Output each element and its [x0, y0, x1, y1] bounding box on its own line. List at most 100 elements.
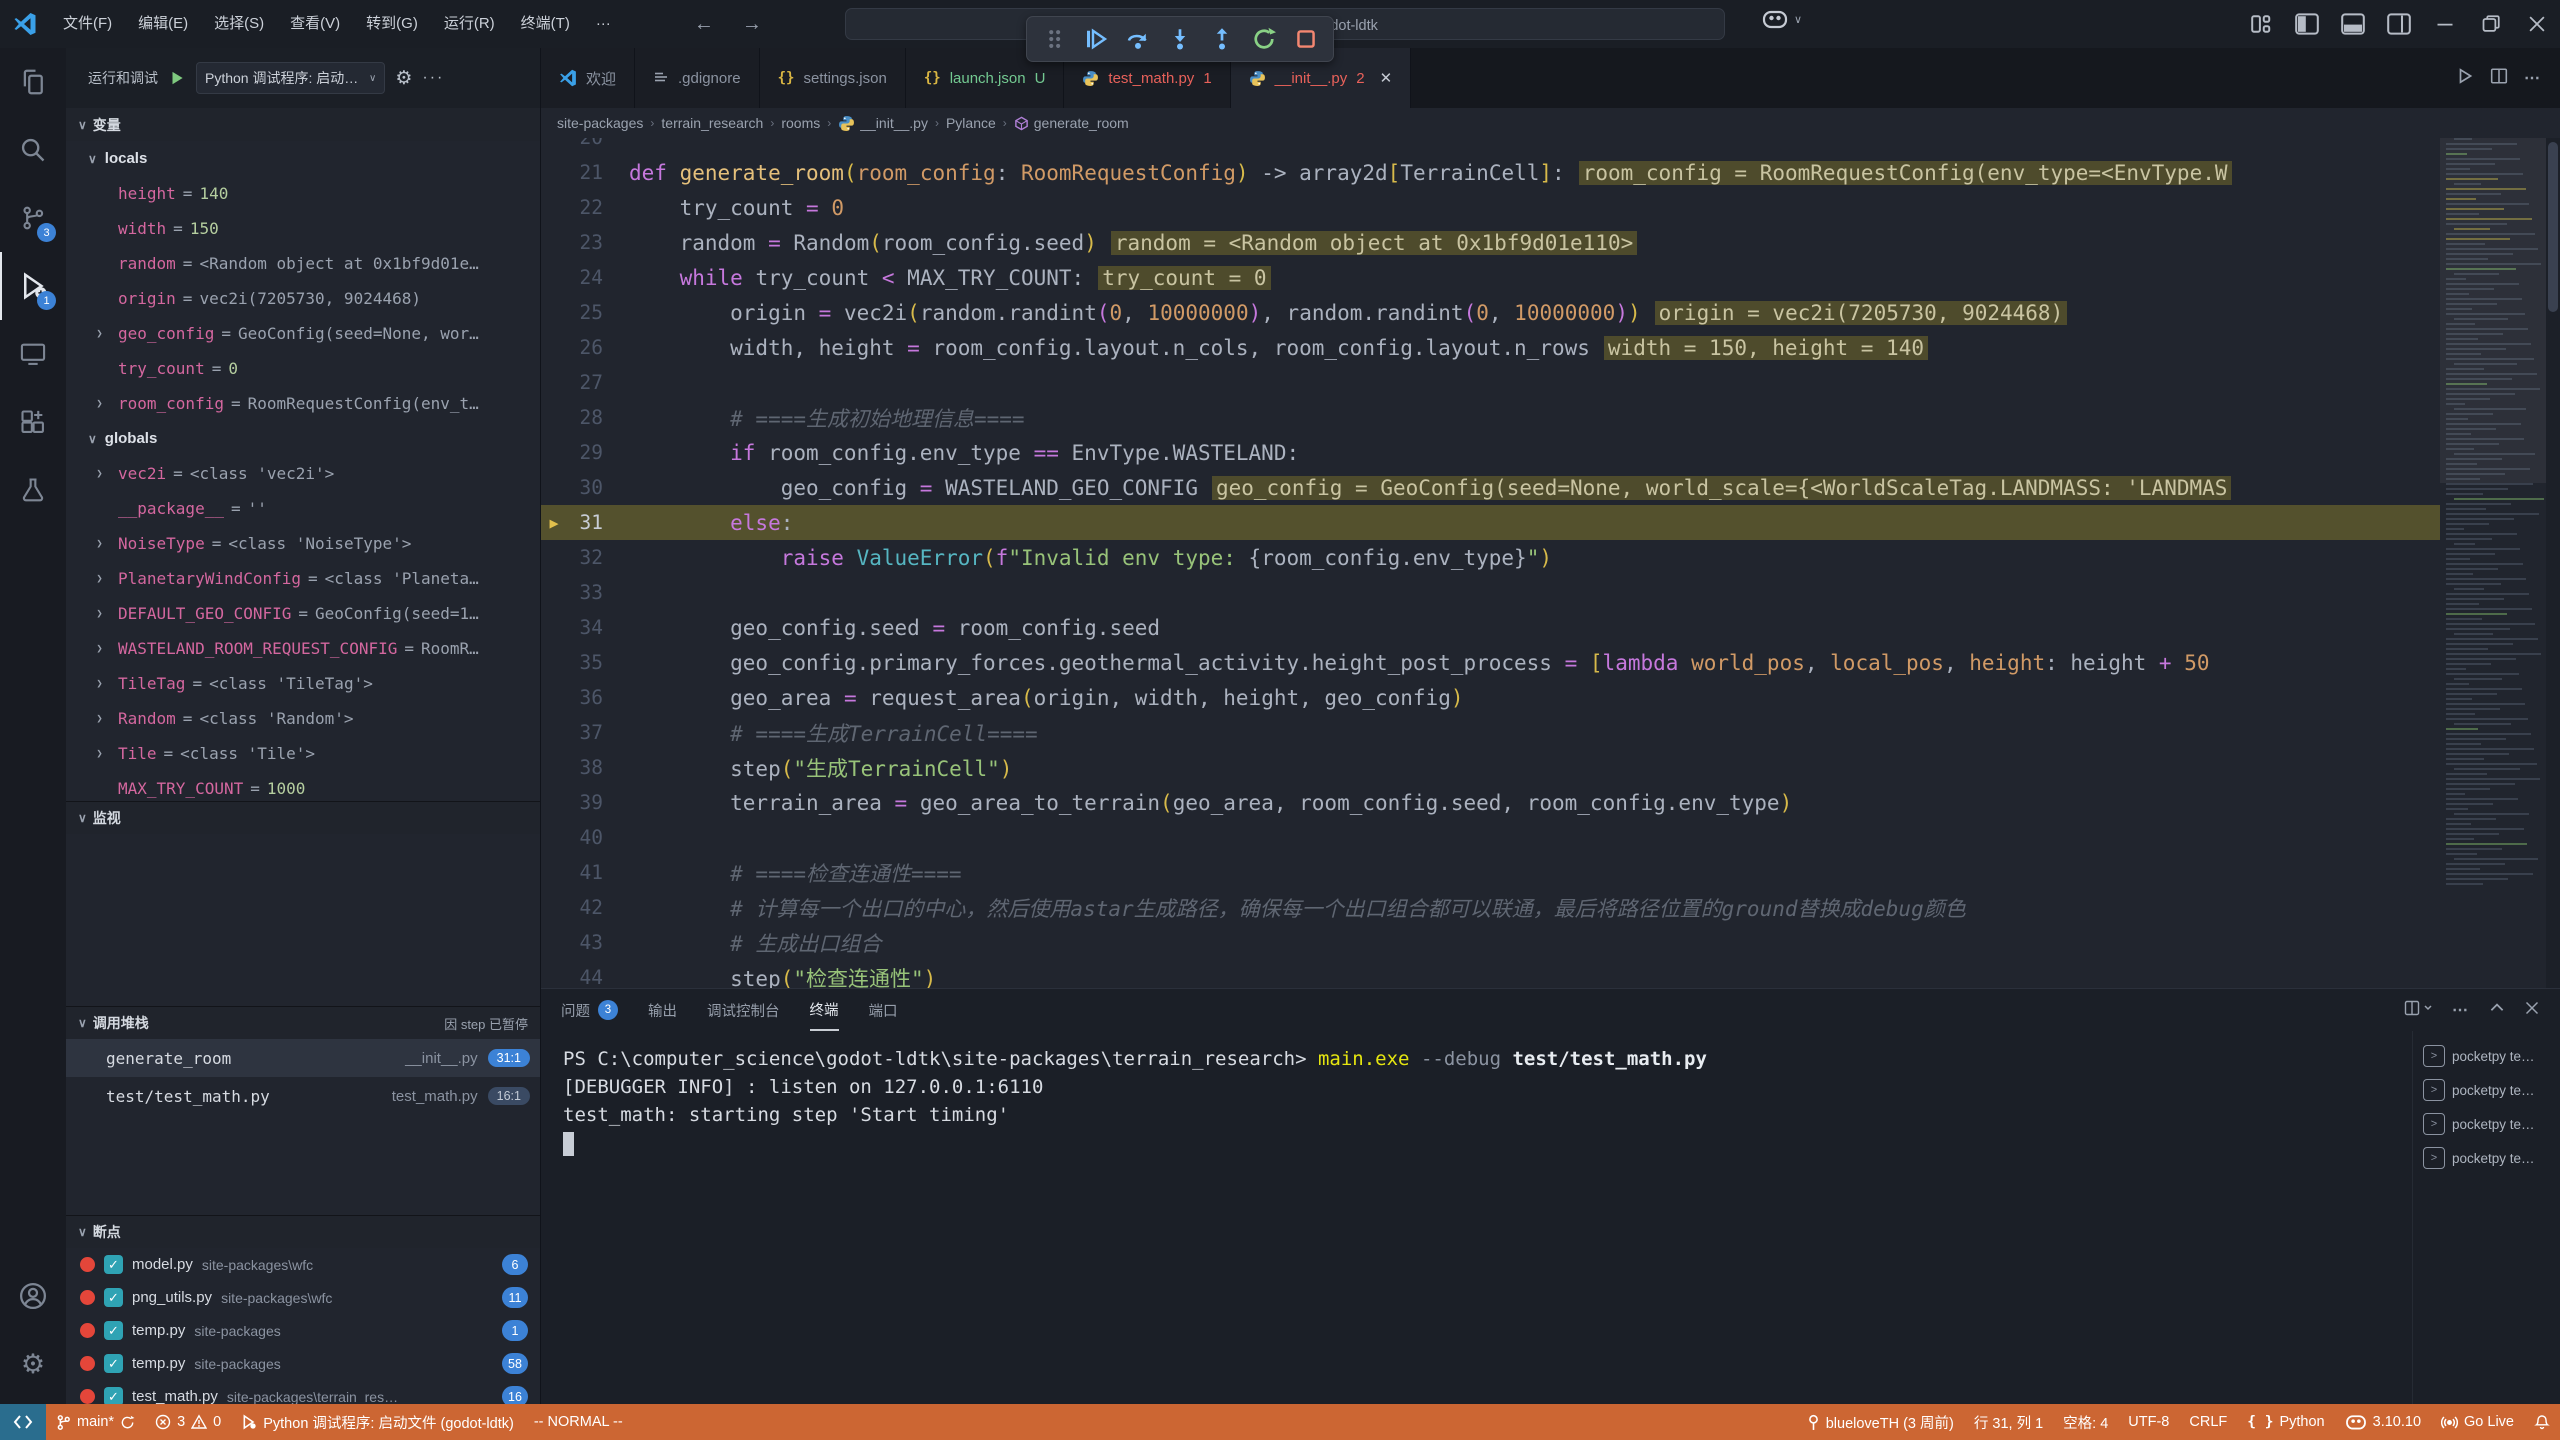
activity-explorer[interactable]: [0, 48, 66, 116]
minimize-button[interactable]: [2422, 0, 2468, 48]
statusbar-remote-indicator[interactable]: [0, 1404, 46, 1440]
panel-tab-调试控制台[interactable]: 调试控制台: [707, 989, 780, 1031]
terminal-instance[interactable]: >pocketpy te…: [2413, 1107, 2560, 1141]
activity-testing[interactable]: [0, 456, 66, 524]
code-line-33[interactable]: 33: [541, 575, 2440, 610]
continue-button[interactable]: [1077, 20, 1115, 58]
breadcrumb-item[interactable]: site-packages: [557, 115, 643, 131]
code-line-26[interactable]: 26 width, height = room_config.layout.n_…: [541, 330, 2440, 365]
step-over-button[interactable]: [1119, 20, 1157, 58]
close-panel-button[interactable]: [2524, 1000, 2540, 1021]
statusbar-vim-mode[interactable]: -- NORMAL --: [524, 1404, 633, 1440]
menu-item-0[interactable]: 文件(F): [50, 8, 125, 40]
breakpoint-row[interactable]: ✓test_math.pysite-packages\terrain_res…1…: [66, 1380, 540, 1404]
code-line-23[interactable]: 23 random = Random(room_config.seed)rand…: [541, 225, 2440, 260]
step-into-button[interactable]: [1161, 20, 1199, 58]
code-line-30[interactable]: 30 geo_config = WASTELAND_GEO_CONFIGgeo_…: [541, 470, 2440, 505]
code-line-40[interactable]: 40: [541, 820, 2440, 855]
panel-tab-输出[interactable]: 输出: [648, 989, 677, 1031]
code-line-39[interactable]: 39 terrain_area = geo_area_to_terrain(ge…: [541, 785, 2440, 820]
callstack-frame[interactable]: test/test_math.pytest_math.py16:1: [66, 1077, 540, 1115]
statusbar-debug-session[interactable]: Python 调试程序: 启动文件 (godot-ldtk): [231, 1404, 524, 1440]
terminal-output[interactable]: PS C:\computer_science\godot-ldtk\site-p…: [541, 1031, 2412, 1404]
panel-tab-端口[interactable]: 端口: [869, 989, 898, 1031]
maximize-button[interactable]: [2468, 0, 2514, 48]
code-line-21[interactable]: 21def generate_room(room_config: RoomReq…: [541, 155, 2440, 190]
toggle-panel-button[interactable]: [2330, 0, 2376, 48]
breadcrumb-item[interactable]: __init__.py: [838, 115, 928, 132]
code-editor[interactable]: 2021def generate_room(room_config: RoomR…: [541, 138, 2560, 988]
code-line-31[interactable]: ▶31 else:: [541, 505, 2440, 540]
variable-row[interactable]: __package__='': [66, 491, 540, 526]
minimap-slider[interactable]: [2440, 138, 2546, 483]
variable-row[interactable]: ❯geo_config=GeoConfig(seed=None, wor…: [66, 316, 540, 351]
split-editor-button[interactable]: [2490, 67, 2508, 90]
start-debug-icon[interactable]: [168, 69, 186, 87]
variable-row[interactable]: ❯WASTELAND_ROOM_REQUEST_CONFIG=RoomR…: [66, 631, 540, 666]
code-line-29[interactable]: 29 if room_config.env_type == EnvType.WA…: [541, 435, 2440, 470]
breakpoint-checkbox[interactable]: ✓: [104, 1288, 123, 1307]
menu-item-2[interactable]: 选择(S): [201, 8, 277, 40]
tab-settingsjson[interactable]: {}settings.json: [760, 48, 906, 108]
variable-row[interactable]: ❯TileTag=<class 'TileTag'>: [66, 666, 540, 701]
variable-row[interactable]: ❯vec2i=<class 'vec2i'>: [66, 456, 540, 491]
activity-remote-explorer[interactable]: [0, 320, 66, 388]
menu-item-7[interactable]: ···: [583, 8, 624, 40]
statusbar-pocketpy-version[interactable]: 3.10.10: [2335, 1404, 2431, 1440]
maximize-panel-button[interactable]: [2488, 999, 2506, 1022]
statusbar-eol[interactable]: CRLF: [2179, 1404, 2237, 1440]
statusbar-language-mode[interactable]: { }Python: [2237, 1404, 2334, 1440]
variable-row[interactable]: ❯DEFAULT_GEO_CONFIG=GeoConfig(seed=1…: [66, 596, 540, 631]
toggle-sidebar-button[interactable]: [2284, 0, 2330, 48]
code-line-37[interactable]: 37 # ====生成TerrainCell====: [541, 715, 2440, 750]
breakpoints-section-header[interactable]: ∨ 断点: [66, 1215, 540, 1248]
activity-settings[interactable]: ⚙: [0, 1330, 66, 1398]
breakpoint-checkbox[interactable]: ✓: [104, 1387, 123, 1404]
variable-row[interactable]: random=<Random object at 0x1bf9d01e…: [66, 246, 540, 281]
close-button[interactable]: [2514, 0, 2560, 48]
activity-search[interactable]: [0, 116, 66, 184]
terminal-instance[interactable]: >pocketpy te…: [2413, 1073, 2560, 1107]
code-line-35[interactable]: 35 geo_config.primary_forces.geothermal_…: [541, 645, 2440, 680]
terminal-instance[interactable]: >pocketpy te…: [2413, 1141, 2560, 1175]
variable-row[interactable]: origin=vec2i(7205730, 9024468): [66, 281, 540, 316]
code-line-25[interactable]: 25 origin = vec2i(random.randint(0, 1000…: [541, 295, 2440, 330]
code-line-28[interactable]: 28 # ====生成初始地理信息====: [541, 400, 2440, 435]
statusbar-notifications[interactable]: [2524, 1404, 2560, 1440]
breadcrumb-item[interactable]: terrain_research: [661, 115, 763, 131]
code-line-32[interactable]: 32 raise ValueError(f"Invalid env type: …: [541, 540, 2440, 575]
gear-icon[interactable]: ⚙: [395, 67, 412, 90]
code-line-43[interactable]: 43 # 生成出口组合: [541, 925, 2440, 960]
panel-tab-终端[interactable]: 终端: [810, 989, 839, 1031]
variable-row[interactable]: ❯Random=<class 'Random'>: [66, 701, 540, 736]
debug-config-dropdown[interactable]: Python 调试程序: 启动文件 ∨: [196, 62, 385, 94]
activity-source-control[interactable]: 3: [0, 184, 66, 252]
variables-group-globals[interactable]: ∨globals: [66, 421, 540, 456]
restart-button[interactable]: [1245, 20, 1283, 58]
code-line-22[interactable]: 22 try_count = 0: [541, 190, 2440, 225]
minimap[interactable]: [2440, 138, 2546, 988]
extension-host-icon[interactable]: ∨: [1762, 8, 1802, 30]
variable-row[interactable]: ❯room_config=RoomRequestConfig(env_t…: [66, 386, 540, 421]
breadcrumb-item[interactable]: generate_room: [1014, 115, 1129, 131]
variables-section-header[interactable]: ∨ 变量: [66, 108, 540, 141]
terminal-split-button[interactable]: [2404, 999, 2434, 1022]
activity-run-debug[interactable]: 1: [0, 252, 66, 320]
breakpoint-row[interactable]: ✓png_utils.pysite-packages\wfc11: [66, 1281, 540, 1314]
code-line-24[interactable]: 24 while try_count < MAX_TRY_COUNT:try_c…: [541, 260, 2440, 295]
menu-item-4[interactable]: 转到(G): [353, 8, 431, 40]
statusbar-indentation[interactable]: 空格: 4: [2053, 1404, 2118, 1440]
tab-[interactable]: 欢迎: [541, 48, 635, 108]
callstack-frame[interactable]: generate_room__init__.py31:1: [66, 1039, 540, 1077]
watch-section-header[interactable]: ∨ 监视: [66, 801, 540, 834]
variable-row[interactable]: ❯PlanetaryWindConfig=<class 'Planeta…: [66, 561, 540, 596]
statusbar-blame[interactable]: blueloveTH (3 周前): [1797, 1404, 1964, 1440]
code-line-42[interactable]: 42 # 计算每一个出口的中心，然后使用astar生成路径，确保每一个出口组合都…: [541, 890, 2440, 925]
breadcrumb-item[interactable]: rooms: [781, 115, 820, 131]
close-icon[interactable]: ✕: [1380, 69, 1393, 87]
code-line-36[interactable]: 36 geo_area = request_area(origin, width…: [541, 680, 2440, 715]
statusbar-encoding[interactable]: UTF-8: [2118, 1404, 2179, 1440]
nav-back-icon[interactable]: ←: [694, 13, 714, 36]
breakpoint-row[interactable]: ✓model.pysite-packages\wfc6: [66, 1248, 540, 1281]
callstack-section-header[interactable]: ∨ 调用堆栈 因 step 已暂停: [66, 1006, 540, 1039]
